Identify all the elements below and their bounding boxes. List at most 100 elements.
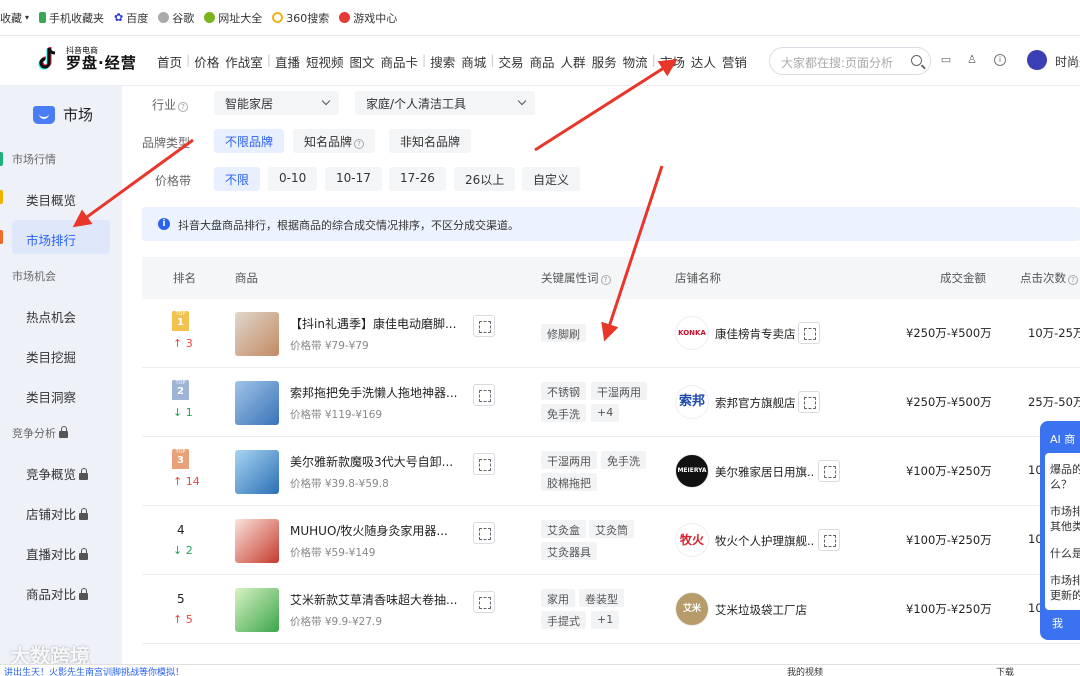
nav-mall[interactable]: 商城 <box>458 52 489 71</box>
user-name[interactable]: 时尚美 <box>1055 53 1080 70</box>
scan-icon[interactable] <box>818 460 840 482</box>
header-clicks[interactable]: 点击次数? <box>1020 270 1078 286</box>
nav-home[interactable]: 首页 <box>154 52 185 71</box>
avatar[interactable] <box>1027 50 1047 70</box>
help-icon[interactable]: ? <box>1068 275 1078 285</box>
info-circle-icon[interactable]: i <box>994 54 1006 66</box>
sidebar-item-market-ranking[interactable]: 市场排行 <box>12 220 110 254</box>
price-option-custom[interactable]: 自定义 <box>522 167 581 191</box>
sidebar-item-live-compare[interactable]: 直播对比 <box>12 534 110 568</box>
product-thumbnail[interactable] <box>235 381 279 425</box>
industry-select[interactable]: 智能家居 <box>214 91 339 115</box>
product-title[interactable]: 【抖in礼遇季】康佳电动磨脚... <box>290 315 468 332</box>
nav-trade[interactable]: 交易 <box>496 52 527 71</box>
ai-suggestion[interactable]: 什么是 <box>1050 545 1080 561</box>
nav-market[interactable]: 市场 <box>657 52 688 71</box>
scan-icon[interactable] <box>473 453 495 475</box>
status-download[interactable]: 下载 <box>996 665 1014 676</box>
scan-icon[interactable] <box>473 522 495 544</box>
ai-suggestion[interactable]: 市场排 <box>1050 572 1080 588</box>
product-thumbnail[interactable] <box>235 519 279 563</box>
bookmark-baidu[interactable]: ✿ 百度 <box>114 10 148 26</box>
nav-product-card[interactable]: 商品卡 <box>378 52 422 71</box>
header-amount[interactable]: 成交金额 <box>940 270 986 286</box>
bookmark-directory[interactable]: 网址大全 <box>204 10 262 26</box>
shop-name[interactable]: 美尔雅家居日用旗... <box>715 464 813 480</box>
ai-suggestion[interactable]: 爆品的 <box>1050 461 1080 477</box>
scan-icon[interactable] <box>818 529 840 551</box>
table-row[interactable]: TOP 3 ↑ 14 美尔雅新款魔吸3代大号自卸... 价格带 ¥39.8-¥59… <box>142 437 1080 506</box>
shop-name[interactable]: 艾米垃圾袋工厂店 <box>715 602 813 618</box>
nav-service[interactable]: 服务 <box>589 52 620 71</box>
ai-suggestion[interactable]: 市场排 <box>1050 503 1080 519</box>
bookmark-360[interactable]: 360搜索 <box>272 10 329 26</box>
price-option-26-plus[interactable]: 26以上 <box>454 167 516 191</box>
product-thumbnail[interactable] <box>235 450 279 494</box>
scan-icon[interactable] <box>798 391 820 413</box>
status-my-video[interactable]: 我的视频 <box>787 665 823 676</box>
keyword-tag-more[interactable]: +1 <box>591 611 620 629</box>
nav-search[interactable]: 搜索 <box>427 52 458 71</box>
help-icon[interactable]: ? <box>178 102 189 112</box>
product-thumbnail[interactable] <box>235 312 279 356</box>
user-icon[interactable]: ♙ <box>966 54 978 66</box>
help-icon[interactable]: ? <box>354 139 365 149</box>
price-option-all[interactable]: 不限 <box>214 167 261 191</box>
scan-icon[interactable] <box>798 322 820 344</box>
ai-suggestion[interactable]: 其他类 <box>1050 518 1080 534</box>
brand-option-known[interactable]: 知名品牌? <box>293 129 376 153</box>
scan-icon[interactable] <box>473 315 495 337</box>
table-row[interactable]: TOP 1 ↑ 3 【抖in礼遇季】康佳电动磨脚... 价格带 ¥79-¥79 修… <box>142 299 1080 368</box>
bookmark-favorites[interactable]: 收藏 ▾ <box>0 10 29 26</box>
price-option-10-17[interactable]: 10-17 <box>325 167 382 191</box>
brand-option-unknown[interactable]: 非知名品牌 <box>389 129 472 153</box>
scan-icon[interactable] <box>473 384 495 406</box>
nav-product[interactable]: 商品 <box>527 52 558 71</box>
scan-icon[interactable] <box>473 591 495 613</box>
product-thumbnail[interactable] <box>235 588 279 632</box>
sidebar-item-category-insight[interactable]: 类目洞察 <box>12 377 110 411</box>
bookmark-google[interactable]: 谷歌 <box>158 10 194 26</box>
nav-crowd[interactable]: 人群 <box>558 52 589 71</box>
sidebar-item-product-compare[interactable]: 商品对比 <box>12 574 110 608</box>
status-news[interactable]: 讲出生天！火影先生南宫训脚挑战等你模拟！ <box>4 665 184 676</box>
sidebar-item-category-overview[interactable]: 类目概览 <box>12 180 110 214</box>
sidebar-item-category-mining[interactable]: 类目挖掘 <box>12 337 110 371</box>
product-title[interactable]: 艾米新款艾草清香味超大卷抽... <box>290 591 468 608</box>
nav-live[interactable]: 直播 <box>272 52 303 71</box>
nav-image-text[interactable]: 图文 <box>347 52 378 71</box>
brand-option-all[interactable]: 不限品牌 <box>214 129 285 153</box>
header-rank[interactable]: 排名 <box>173 270 196 286</box>
monitor-icon[interactable]: ▭ <box>940 54 952 66</box>
keyword-tag-more[interactable]: +4 <box>591 404 620 422</box>
nav-logistics[interactable]: 物流 <box>620 52 651 71</box>
product-title[interactable]: MUHUO/牧火随身灸家用器... <box>290 522 468 539</box>
bookmark-mobile[interactable]: 手机收藏夹 <box>39 10 104 26</box>
sidebar-item-shop-compare[interactable]: 店铺对比 <box>12 494 110 528</box>
category-select[interactable]: 家庭/个人清洁工具 <box>355 91 535 115</box>
search-icon[interactable] <box>911 55 922 66</box>
help-icon[interactable]: ? <box>600 275 611 285</box>
nav-influencer[interactable]: 达人 <box>688 52 719 71</box>
product-title[interactable]: 索邦拖把免手洗懒人拖地神器... <box>290 384 468 401</box>
table-row[interactable]: 4 ↓ 2 MUHUO/牧火随身灸家用器... 价格带 ¥59-¥149 艾灸盒… <box>142 506 1080 575</box>
sidebar-item-competition-overview[interactable]: 竞争概览 <box>12 454 110 488</box>
ai-suggestion[interactable]: 么？ <box>1050 476 1072 492</box>
ai-suggestion[interactable]: 更新的 <box>1050 587 1080 603</box>
nav-war-room[interactable]: 作战室 <box>222 52 266 71</box>
shop-name[interactable]: 牧火个人护理旗舰... <box>715 533 813 549</box>
search-input[interactable]: 大家都在搜:页面分析 <box>769 47 931 75</box>
product-title[interactable]: 美尔雅新款魔吸3代大号自卸... <box>290 453 468 470</box>
bookmark-games[interactable]: 游戏中心 <box>339 10 397 26</box>
nav-short-video[interactable]: 短视频 <box>303 52 347 71</box>
ai-panel-footer[interactable]: 我 <box>1052 615 1063 631</box>
price-option-17-26[interactable]: 17-26 <box>389 167 446 191</box>
logo[interactable]: 抖音电商 罗盘·经营 <box>36 45 137 73</box>
price-option-0-10[interactable]: 0-10 <box>268 167 318 191</box>
table-row[interactable]: TOP 2 ↓ 1 索邦拖把免手洗懒人拖地神器... 价格带 ¥119-¥169 … <box>142 368 1080 437</box>
sidebar-item-hot-opportunity[interactable]: 热点机会 <box>12 297 110 331</box>
nav-marketing[interactable]: 营销 <box>719 52 750 71</box>
ai-assistant-panel[interactable]: AI 商 爆品的 么？ 市场排 其他类 什么是 市场排 更新的 我 <box>1040 421 1080 640</box>
table-row[interactable]: 5 ↑ 5 艾米新款艾草清香味超大卷抽... 价格带 ¥9.9-¥27.9 家用… <box>142 575 1080 644</box>
nav-price[interactable]: 价格 <box>191 52 222 71</box>
